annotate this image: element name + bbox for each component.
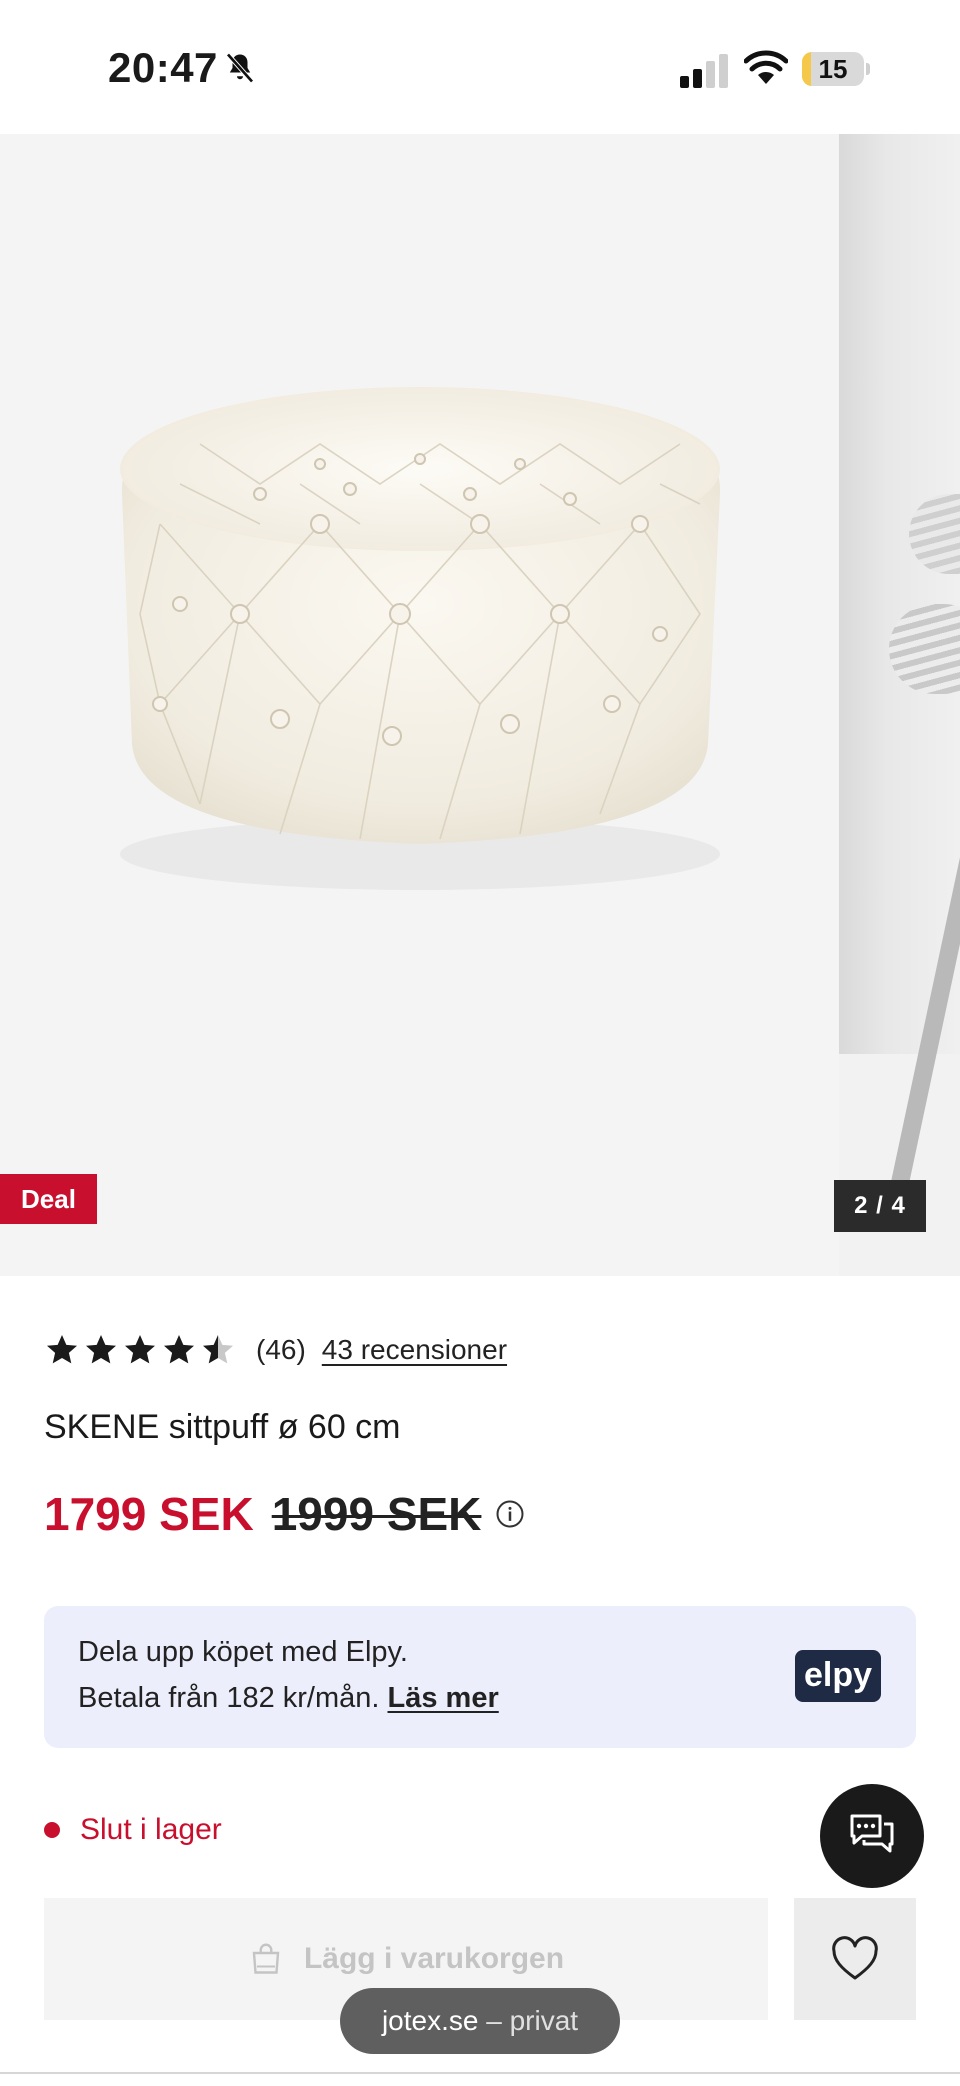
bottom-divider: [0, 2072, 960, 2074]
elpy-line-2: Betala från 182 kr/mån. Läs mer: [78, 1682, 499, 1715]
clock: 20:47: [108, 44, 218, 91]
elpy-logo: elpy: [795, 1650, 881, 1702]
info-icon[interactable]: [495, 1499, 525, 1529]
bell-slash-icon: [226, 53, 254, 83]
elpy-read-more-link[interactable]: Läs mer: [388, 1682, 499, 1714]
browser-url-pill[interactable]: jotex.se – privat: [340, 1988, 620, 2054]
stock-status-dot: [44, 1822, 60, 1838]
elpy-line-1: Dela upp köpet med Elpy.: [78, 1636, 408, 1668]
product-title: SKENE sittpuff ø 60 cm: [44, 1408, 401, 1446]
rating-row: (46) 43 recensioner: [44, 1330, 507, 1370]
image-counter: 2 / 4: [834, 1180, 926, 1232]
chat-button[interactable]: [820, 1784, 924, 1888]
battery-percent: 15: [818, 54, 848, 84]
star-full-icon: [47, 1335, 77, 1364]
browser-domain: jotex.se: [381, 2005, 479, 2036]
cellular-signal-icon: [680, 54, 728, 88]
elpy-financing-banner: Dela upp köpet med Elpy. Betala från 182…: [44, 1606, 916, 1748]
stock-status-label: Slut i lager: [80, 1813, 222, 1846]
current-price: 1799 SEK: [44, 1488, 254, 1540]
star-full-icon: [164, 1335, 194, 1364]
star-full-icon: [86, 1335, 116, 1364]
product-image-gallery[interactable]: Deal 2 / 4: [0, 134, 960, 1276]
elpy-monthly-text: Betala från 182 kr/mån.: [78, 1682, 380, 1714]
wifi-icon: [744, 50, 788, 84]
original-price: 1999 SEK: [271, 1488, 482, 1540]
shopping-bag-icon: [252, 1943, 280, 1974]
battery-indicator: 15: [802, 52, 870, 86]
rating-count: (46): [256, 1334, 306, 1365]
rating-stars: [44, 1332, 236, 1368]
add-to-cart-label: Lägg i varukorgen: [303, 1942, 565, 1975]
deal-badge: Deal: [0, 1174, 97, 1224]
browser-mode: – privat: [486, 2005, 579, 2036]
reviews-link[interactable]: 43 recensioner: [322, 1334, 507, 1366]
stock-status: Slut i lager: [44, 1810, 222, 1850]
star-half-icon: [203, 1335, 233, 1364]
product-image-pouf[interactable]: [100, 364, 740, 904]
next-product-image-peek[interactable]: [839, 134, 960, 1276]
chat-icon: [850, 1814, 894, 1853]
status-bar: 20:47 15: [0, 0, 960, 134]
star-full-icon: [125, 1335, 155, 1364]
heart-icon: [832, 1936, 878, 1980]
price-row: 1799 SEK 1999 SEK: [44, 1486, 525, 1542]
favorite-button[interactable]: [794, 1898, 916, 2020]
